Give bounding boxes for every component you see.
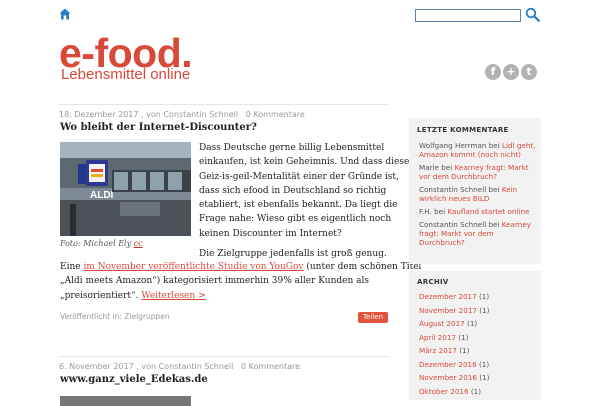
archive-month-link[interactable]: Oktober 2016 bbox=[419, 387, 469, 396]
yougov-study-link[interactable]: im November veröffentlichte Studie von Y… bbox=[83, 262, 303, 272]
post-comments[interactable]: 0 Kommentare bbox=[241, 362, 300, 371]
read-more-link[interactable]: Weiterlesen > bbox=[141, 291, 205, 301]
post-date[interactable]: 6. November 2017 bbox=[59, 362, 134, 371]
post-date[interactable]: 18. Dezember 2017 bbox=[59, 110, 138, 119]
recent-comments-title: LETZTE KOMMENTARE bbox=[417, 126, 509, 134]
archive-item: Oktober 2016 (1) bbox=[419, 387, 482, 396]
archive-month-link[interactable]: Dezember 2016 bbox=[419, 360, 477, 369]
home-icon[interactable] bbox=[59, 8, 71, 20]
site-tagline: Lebensmittel online bbox=[61, 66, 191, 83]
share-button[interactable]: Teilen bbox=[358, 312, 388, 323]
search-input[interactable] bbox=[415, 9, 521, 22]
twitter-icon[interactable]: t bbox=[521, 64, 537, 80]
image-caption: Foto: Michael Ely cc bbox=[60, 239, 143, 248]
recent-comments-widget: LETZTE KOMMENTARE Wolfgang Herrman bei L… bbox=[409, 118, 541, 264]
post-image[interactable]: ALDI bbox=[60, 142, 191, 236]
comment-item: Constantin Schnell bei Kein wirklich neu… bbox=[419, 185, 518, 203]
facebook-icon[interactable]: f bbox=[485, 64, 501, 80]
archive-item: März 2017 (1) bbox=[419, 346, 470, 355]
archive-month-link[interactable]: März 2017 bbox=[419, 346, 457, 355]
comment-item: Marie bei Kearney fragt: Markt vor dem D… bbox=[419, 163, 529, 181]
archive-item: August 2017 (1) bbox=[419, 319, 478, 328]
archive-item: November 2017 (1) bbox=[419, 306, 490, 315]
comment-item: Wolfgang Herrman bei Lidl geht, Amazon k… bbox=[419, 141, 536, 159]
post-divider bbox=[59, 356, 389, 357]
comment-item: Constantin Schnell bei Kearney fragt: Ma… bbox=[419, 220, 532, 247]
archive-item: Dezember 2016 (1) bbox=[419, 360, 490, 369]
archive-month-link[interactable]: Dezember 2017 bbox=[419, 292, 477, 301]
archive-month-link[interactable]: November 2017 bbox=[419, 306, 477, 315]
archive-item: November 2016 (1) bbox=[419, 373, 490, 382]
google-plus-icon[interactable]: + bbox=[503, 64, 519, 80]
post-comments[interactable]: 0 Kommentare bbox=[246, 110, 305, 119]
post-title[interactable]: www.ganz_viele_Edekas.de bbox=[60, 373, 208, 386]
published-in[interactable]: Veröffentlicht in: Zielgruppen bbox=[60, 312, 170, 321]
post-by: , von bbox=[141, 110, 161, 119]
archive-month-link[interactable]: November 2016 bbox=[419, 373, 477, 382]
search-icon[interactable] bbox=[525, 7, 540, 22]
aldi-sign: ALDI bbox=[90, 190, 114, 201]
archive-item: April 2017 (1) bbox=[419, 333, 469, 342]
comment-item: F.H. bei Kaufland startet online bbox=[419, 207, 530, 216]
archive-item: Dezember 2017 (1) bbox=[419, 292, 490, 301]
image-caption-link[interactable]: cc bbox=[134, 239, 143, 248]
post-meta: 6. November 2017 , von Constantin Schnel… bbox=[59, 362, 300, 372]
post-divider bbox=[59, 104, 389, 105]
post-title[interactable]: Wo bleibt der Internet-Discounter? bbox=[60, 121, 257, 134]
archive-month-link[interactable]: August 2017 bbox=[419, 319, 465, 328]
post-author[interactable]: Constantin Schnell bbox=[159, 362, 234, 371]
comment-post-link[interactable]: Kaufland startet online bbox=[447, 207, 529, 216]
archive-title: ARCHIV bbox=[417, 278, 449, 286]
post-image[interactable] bbox=[60, 396, 191, 406]
post-author[interactable]: Constantin Schnell bbox=[163, 110, 238, 119]
post-paragraph-2: Eine im November veröffentlichte Studie … bbox=[60, 262, 422, 301]
post-excerpt: Dass Deutsche gerne billig Lebensmittel … bbox=[199, 143, 410, 239]
archive-month-link[interactable]: April 2017 bbox=[419, 333, 456, 342]
archive-widget: ARCHIV Dezember 2017 (1) November 2017 (… bbox=[409, 271, 541, 400]
post-meta: 18. Dezember 2017 , von Constantin Schne… bbox=[59, 110, 305, 120]
post-by: , von bbox=[136, 362, 157, 371]
top-bar bbox=[0, 0, 600, 30]
